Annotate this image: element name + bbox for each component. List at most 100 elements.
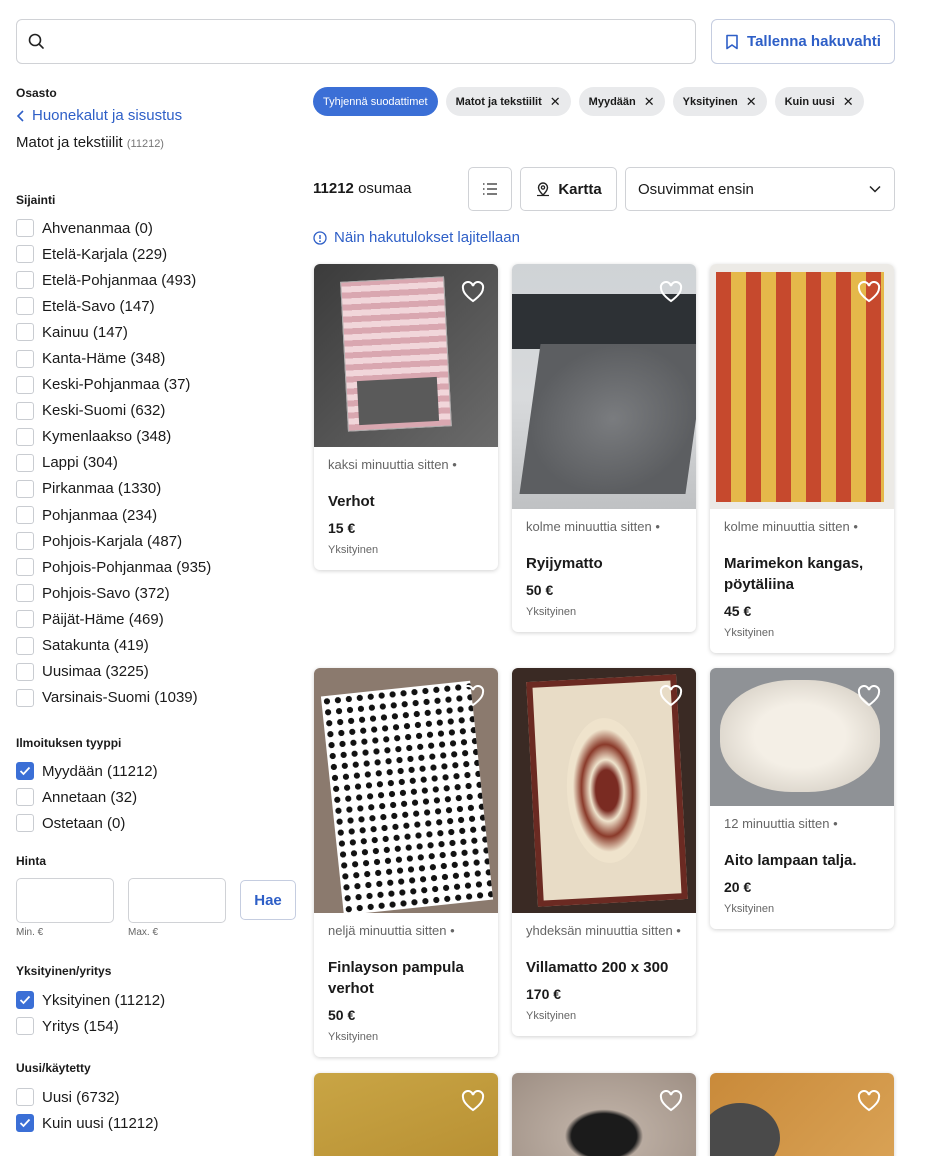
checkbox[interactable] (16, 662, 34, 681)
checkbox-row[interactable]: Kymenlaakso (348) (16, 424, 211, 450)
checkbox-row[interactable]: Kuin uusi (11212) (16, 1110, 158, 1136)
checkbox-row[interactable]: Etelä-Savo (147) (16, 293, 211, 319)
heart-icon[interactable] (857, 1090, 881, 1112)
checkbox-checked[interactable] (16, 1114, 34, 1133)
listing-card[interactable]: kolme minuuttia sitten • Marimekon kanga… (710, 264, 894, 653)
checkbox-row[interactable]: Yritys (154) (16, 1013, 165, 1039)
heart-icon[interactable] (857, 281, 881, 303)
list-view-button[interactable] (468, 167, 512, 211)
listing-card[interactable]: neljä minuuttia sitten • Finlayson pampu… (314, 668, 498, 1057)
save-search-button[interactable]: Tallenna hakuvahti (711, 19, 895, 64)
heart-icon[interactable] (461, 281, 485, 303)
sorting-info-label: Näin hakutulokset lajitellaan (334, 229, 520, 246)
checkbox-row[interactable]: Uusimaa (3225) (16, 659, 211, 685)
checkbox-row[interactable]: Pohjois-Karjala (487) (16, 528, 211, 554)
checkbox-row[interactable]: Ahvenanmaa (0) (16, 215, 211, 241)
checkbox-row[interactable]: Satakunta (419) (16, 633, 211, 659)
heart-icon[interactable] (461, 1090, 485, 1112)
checkbox-row[interactable]: Yksityinen (11212) (16, 987, 165, 1013)
checkbox[interactable] (16, 814, 34, 833)
filter-chip[interactable]: Myydään ✕ (578, 87, 665, 116)
listing-card[interactable]: kaksi minuuttia sitten • Verhot 15 € Yks… (314, 264, 498, 570)
filter-chip[interactable]: Kuin uusi ✕ (774, 87, 864, 116)
heart-icon[interactable] (659, 685, 683, 707)
search-input[interactable] (57, 28, 677, 56)
listing-title: Marimekon kangas, pöytäliina (724, 555, 864, 593)
checkbox[interactable] (16, 636, 34, 655)
map-button[interactable]: Kartta (520, 167, 617, 211)
checkbox-label: Pohjois-Karjala (487) (42, 532, 183, 550)
checkbox[interactable] (16, 1017, 34, 1036)
heart-icon[interactable] (659, 281, 683, 303)
checkbox-checked[interactable] (16, 762, 34, 781)
checkbox[interactable] (16, 323, 34, 342)
checkbox[interactable] (16, 610, 34, 629)
checkbox[interactable] (16, 558, 34, 577)
checkbox-row[interactable]: Pohjois-Savo (372) (16, 580, 211, 606)
checkbox[interactable] (16, 788, 34, 807)
listing-time: kolme minuuttia sitten • (526, 519, 660, 534)
checkbox-row[interactable]: Keski-Suomi (632) (16, 398, 211, 424)
check-icon (19, 1119, 31, 1128)
listing-card[interactable]: yhdeksän minuuttia sitten • Villamatto 2… (512, 668, 696, 1036)
checkbox-row[interactable]: Ostetaan (0) (16, 810, 158, 836)
checkbox-row[interactable]: Lappi (304) (16, 450, 211, 476)
checkbox-label: Yritys (154) (42, 1017, 119, 1035)
price-min-input[interactable] (16, 878, 114, 923)
heart-icon[interactable] (857, 685, 881, 707)
price-submit-button[interactable]: Hae (240, 880, 296, 920)
checkbox[interactable] (16, 219, 34, 238)
filter-chip[interactable]: Yksityinen ✕ (672, 87, 767, 116)
checkbox[interactable] (16, 401, 34, 420)
checkbox[interactable] (16, 427, 34, 446)
listing-card[interactable] (710, 1073, 894, 1156)
checkbox[interactable] (16, 375, 34, 394)
listing-card[interactable] (314, 1073, 498, 1156)
checkbox-row[interactable]: Pohjanmaa (234) (16, 502, 211, 528)
checkbox-row[interactable]: Varsinais-Suomi (1039) (16, 685, 211, 711)
checkbox[interactable] (16, 479, 34, 498)
listing-card[interactable]: kolme minuuttia sitten • Ryijymatto 50 €… (512, 264, 696, 632)
checkbox[interactable] (16, 688, 34, 707)
checkbox[interactable] (16, 297, 34, 316)
checkbox-checked[interactable] (16, 991, 34, 1010)
checkbox-row[interactable]: Päijät-Häme (469) (16, 606, 211, 632)
clear-filters-button[interactable]: Tyhjennä suodattimet (313, 87, 438, 116)
checkbox-row[interactable]: Pirkanmaa (1330) (16, 476, 211, 502)
checkbox[interactable] (16, 453, 34, 472)
type-list: Myydään (11212) Annetaan (32) Ostetaan (0) (16, 758, 158, 836)
listing-card[interactable]: 12 minuuttia sitten • Aito lampaan talja… (710, 668, 894, 929)
listing-card[interactable] (512, 1073, 696, 1156)
checkbox[interactable] (16, 349, 34, 368)
back-category-link[interactable]: Huonekalut ja sisustus (16, 107, 296, 124)
price-max-input[interactable] (128, 878, 226, 923)
checkbox[interactable] (16, 584, 34, 603)
close-icon[interactable]: ✕ (550, 95, 561, 108)
checkbox[interactable] (16, 1088, 34, 1107)
checkbox[interactable] (16, 271, 34, 290)
checkbox-row[interactable]: Keski-Pohjanmaa (37) (16, 372, 211, 398)
checkbox[interactable] (16, 506, 34, 525)
heart-icon[interactable] (659, 1090, 683, 1112)
checkbox-row[interactable]: Annetaan (32) (16, 784, 158, 810)
close-icon[interactable]: ✕ (644, 95, 655, 108)
checkbox[interactable] (16, 532, 34, 551)
close-icon[interactable]: ✕ (843, 95, 854, 108)
close-icon[interactable]: ✕ (746, 95, 757, 108)
checkbox-row[interactable]: Pohjois-Pohjanmaa (935) (16, 554, 211, 580)
checkbox[interactable] (16, 245, 34, 264)
checkbox-row[interactable]: Myydään (11212) (16, 758, 158, 784)
checkbox-row[interactable]: Etelä-Karjala (229) (16, 241, 211, 267)
sort-select[interactable]: Osuvimmat ensin (625, 167, 895, 211)
checkbox-row[interactable]: Kanta-Häme (348) (16, 345, 211, 371)
checkbox-row[interactable]: Etelä-Pohjanmaa (493) (16, 267, 211, 293)
type-title: Ilmoituksen tyyppi (16, 736, 122, 750)
filter-chip[interactable]: Matot ja tekstiilit ✕ (445, 87, 571, 116)
checkbox-row[interactable]: Uusi (6732) (16, 1084, 158, 1110)
checkbox-row[interactable]: Kainuu (147) (16, 319, 211, 345)
search-bar[interactable] (16, 19, 696, 64)
filter-chip-label: Myydään (588, 95, 636, 108)
checkbox-label: Kuin uusi (11212) (42, 1114, 159, 1132)
heart-icon[interactable] (461, 685, 485, 707)
sorting-info-link[interactable]: Näin hakutulokset lajitellaan (313, 229, 520, 246)
